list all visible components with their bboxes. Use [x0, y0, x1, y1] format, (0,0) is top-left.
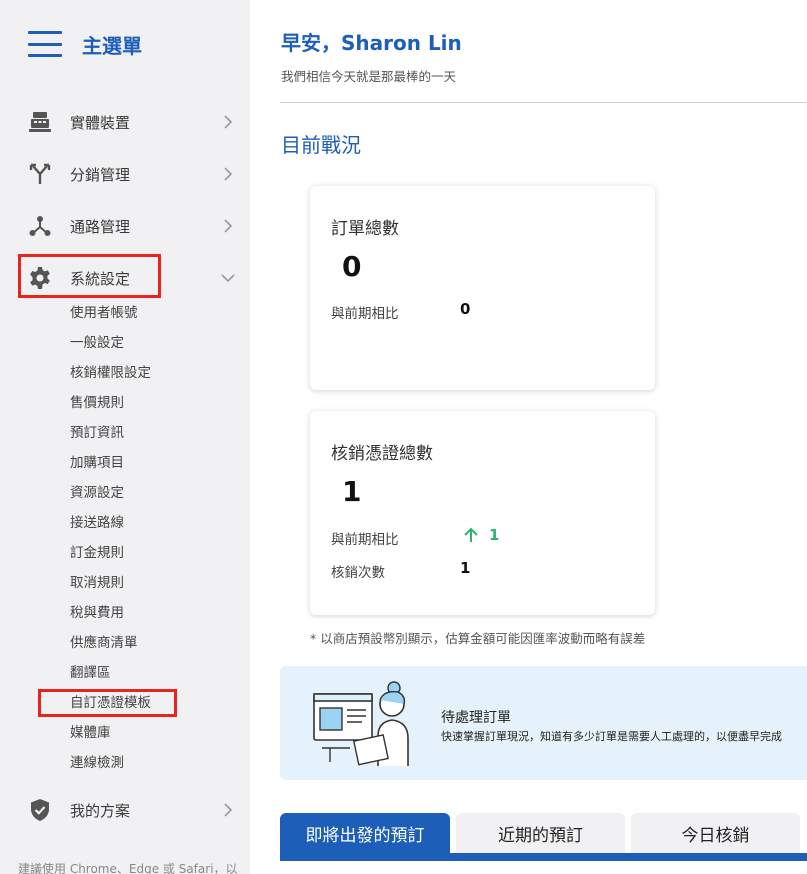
hamburger-menu-icon[interactable]	[28, 31, 62, 57]
currency-footnote: * 以商店預設幣別顯示，估算金額可能因匯率波動而略有誤差	[310, 631, 646, 646]
tab-today-redemptions[interactable]: 今日核銷	[631, 813, 800, 853]
browser-recommendation-note: 建議使用 Chrome、Edge 或 Safari，以	[18, 862, 238, 874]
sidebar-subitem-add-ons[interactable]: 加購項目	[70, 453, 124, 473]
compare-label: 與前期相比	[331, 306, 399, 322]
vouchers-total-card: 核銷憑證總數 1 與前期相比 1 核銷次數 1	[310, 411, 655, 615]
compare-label: 與前期相比	[331, 532, 399, 548]
chevron-down-icon	[220, 270, 236, 286]
menu-title: 主選單	[82, 33, 142, 58]
sidebar-subitem-translations[interactable]: 翻譯區	[70, 663, 111, 683]
chevron-right-icon	[220, 166, 236, 182]
sidebar-subitem-cancel-rules[interactable]: 取消規則	[70, 573, 124, 593]
sidebar-subitem-media-library[interactable]: 媒體庫	[70, 723, 111, 743]
sidebar: 主選單 實體裝置 分銷管理 通路管理 系統設定 使用者帳號 一般設定 核銷權限設…	[0, 0, 250, 874]
orders-total-card: 訂單總數 0 與前期相比 0	[310, 186, 655, 390]
chevron-right-icon	[220, 802, 236, 818]
pending-orders-banner[interactable]: 待處理訂單 快速掌握訂單現況，知道有多少訂單是需要人工處理的，以便盡早完成	[280, 666, 807, 780]
sidebar-item-channels[interactable]: 通路管理	[0, 206, 250, 246]
card-title: 核銷憑證總數	[331, 444, 433, 464]
sidebar-item-devices[interactable]: 實體裝置	[0, 102, 250, 142]
tab-upcoming-departures[interactable]: 即將出發的預訂	[280, 813, 450, 853]
sidebar-subitem-tax-fees[interactable]: 稅與費用	[70, 603, 124, 623]
greeting-subtitle: 我們相信今天就是那最棒的一天	[281, 69, 457, 84]
banner-description: 快速掌握訂單現況，知道有多少訂單是需要人工處理的，以便盡早完成	[441, 730, 782, 743]
greeting-title: 早安，Sharon Lin	[281, 31, 462, 55]
chevron-right-icon	[220, 218, 236, 234]
sidebar-subitem-resources[interactable]: 資源設定	[70, 483, 124, 503]
sidebar-subitem-user-accounts[interactable]: 使用者帳號	[70, 303, 138, 323]
chevron-right-icon	[220, 114, 236, 130]
network-icon	[28, 214, 52, 238]
cash-register-icon	[28, 110, 52, 134]
redeem-count-value: 1	[460, 559, 471, 577]
menu-header: 主選單	[28, 28, 142, 60]
sidebar-item-label: 通路管理	[70, 217, 131, 236]
compare-up-indicator: 1	[463, 526, 499, 544]
tab-underline	[280, 853, 807, 861]
sidebar-subitem-shuttle-routes[interactable]: 接送路線	[70, 513, 124, 533]
person-with-document-illustration-icon	[313, 681, 409, 766]
card-title: 訂單總數	[331, 219, 399, 239]
orders-total-value: 0	[342, 250, 362, 283]
booking-tabs: 即將出發的預訂 近期的預訂 今日核銷	[280, 813, 807, 874]
sidebar-item-system-settings[interactable]: 系統設定	[0, 258, 250, 298]
sidebar-subitem-voucher-templates[interactable]: 自訂憑證模板	[70, 693, 151, 713]
sidebar-subitem-redeem-permissions[interactable]: 核銷權限設定	[70, 363, 151, 383]
banner-title: 待處理訂單	[441, 710, 511, 726]
arrow-up-icon	[464, 527, 478, 542]
shield-check-icon	[28, 798, 52, 822]
header-divider	[280, 102, 807, 103]
section-title: 目前戰況	[281, 133, 361, 157]
sidebar-subitem-deposit-rules[interactable]: 訂金規則	[70, 543, 124, 563]
compare-value: 0	[460, 300, 471, 318]
sidebar-item-distribution[interactable]: 分銷管理	[0, 154, 250, 194]
sidebar-item-label: 分銷管理	[70, 165, 131, 184]
sidebar-subitem-booking-info[interactable]: 預訂資訊	[70, 423, 124, 443]
sidebar-item-label: 系統設定	[70, 269, 131, 288]
vouchers-total-value: 1	[342, 475, 362, 508]
sidebar-item-my-plan[interactable]: 我的方案	[0, 790, 250, 830]
sidebar-subitem-connection-test[interactable]: 連線檢測	[70, 753, 124, 773]
sidebar-subitem-suppliers[interactable]: 供應商清單	[70, 633, 138, 653]
sidebar-item-label: 實體裝置	[70, 113, 131, 132]
redeem-count-label: 核銷次數	[331, 565, 385, 581]
sidebar-item-label: 我的方案	[70, 801, 131, 820]
compare-value: 1	[489, 526, 500, 544]
gear-icon	[28, 266, 52, 290]
tab-recent-bookings[interactable]: 近期的預訂	[456, 813, 625, 853]
sidebar-subitem-general-settings[interactable]: 一般設定	[70, 333, 124, 353]
sidebar-subitem-price-rules[interactable]: 售價規則	[70, 393, 124, 413]
split-arrows-icon	[28, 162, 52, 186]
